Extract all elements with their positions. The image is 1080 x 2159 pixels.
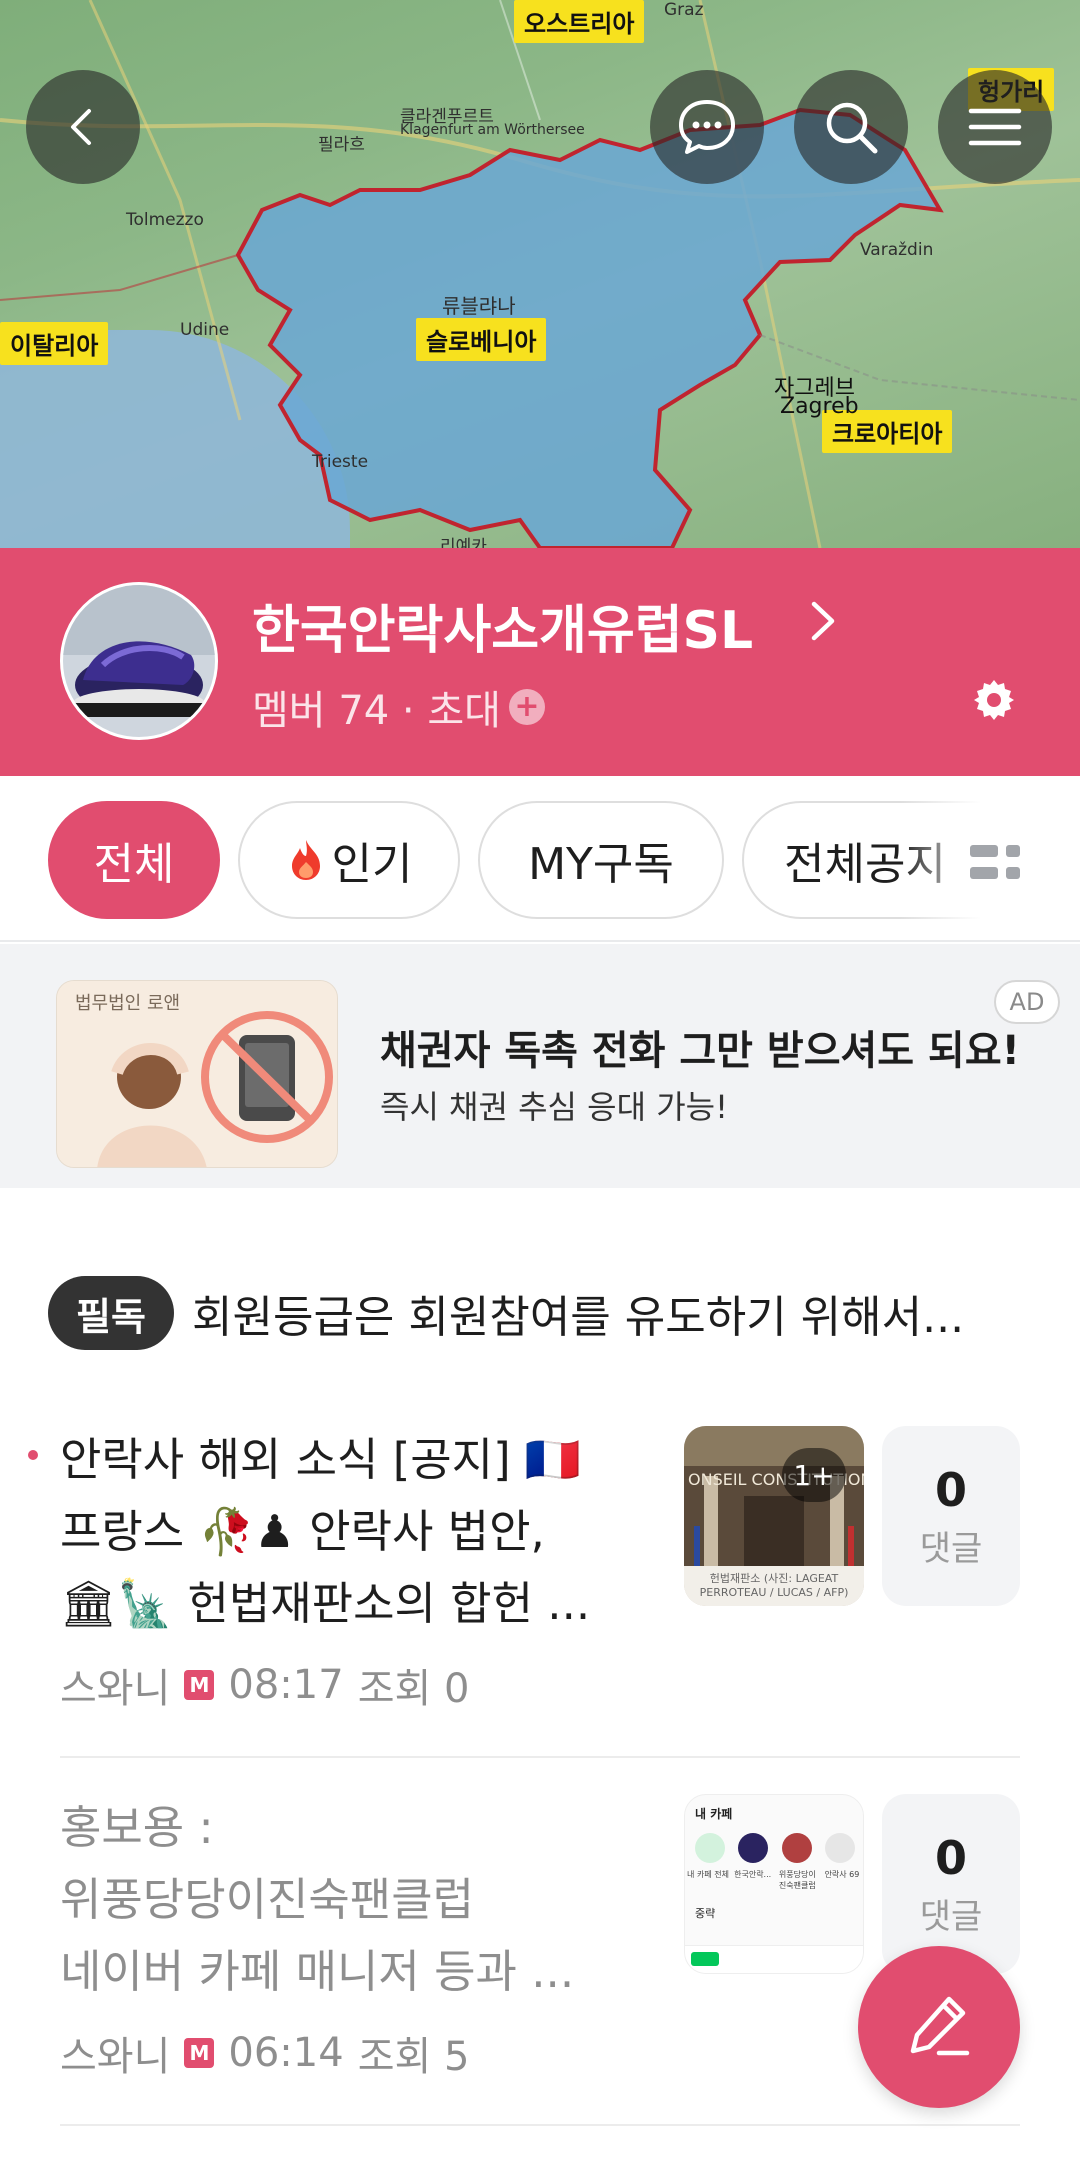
thumb-green-tab xyxy=(691,1952,719,1966)
cafe-thumb-icon xyxy=(824,1833,855,1863)
thumb-item-label: 한국안락... xyxy=(734,1870,772,1879)
thumb-item-label: 내 카페 전체 xyxy=(687,1870,729,1879)
thumbnail-cafe-row xyxy=(695,1833,855,1863)
cafe-member-info[interactable]: 멤버 74 · 초대 + xyxy=(252,678,545,736)
fire-icon xyxy=(291,840,320,880)
manager-badge: M xyxy=(184,2038,215,2068)
ad-badge[interactable]: AD xyxy=(994,980,1060,1024)
post-author: 스와니 xyxy=(60,1666,171,1712)
post-author: 스와니 xyxy=(60,2034,171,2080)
back-icon xyxy=(71,109,91,145)
board-tabs: 전체 인기 MY구독 전체공지 xyxy=(0,776,1080,942)
post-divider xyxy=(60,1756,1020,1758)
post-title: 안락사 해외 소식 [공지] 🇫🇷 프랑스 🥀♟ 안락사 법안, 🏛🗽 헌법재판… xyxy=(60,1424,620,1640)
map-city: 류블랴나 xyxy=(442,294,516,318)
post-thumbnail[interactable]: ONSEIL CONSTITUTIONNEL 1+ 헌법재판소 (사진: LAG… xyxy=(684,1426,864,1606)
tab-label: MY구독 xyxy=(528,839,674,890)
member-count-invite: 멤버 74 · 초대 xyxy=(252,688,501,734)
tab-popular[interactable]: 인기 xyxy=(238,801,460,919)
thumbnail-header: 내 카페 xyxy=(695,1807,733,1821)
thumb-item-label: 위풍당당이 진숙팬클럽 xyxy=(778,1870,816,1890)
post-meta: 스와니 M 06:14 조회 5 xyxy=(60,2024,469,2082)
post-meta: 스와니 M 08:17 조회 0 xyxy=(60,1656,469,1714)
post-time: 08:17 xyxy=(228,1662,344,1708)
post-title-line: 🏛🗽 헌법재판소의 합헌 ... xyxy=(60,1577,591,1630)
post-title-line: 프랑스 🥀♟ 안락사 법안, xyxy=(60,1505,545,1558)
comment-count: 0 xyxy=(934,1830,967,1885)
map-borders xyxy=(0,0,1080,548)
post-title: 홍보용 : 위풍당당이진숙팬클럽 네이버 카페 매니저 등과 ... xyxy=(60,1792,620,2008)
thumbnail-cafe-labels: 내 카페 전체 한국안락... 위풍당당이 진숙팬클럽 안락사 69 xyxy=(687,1869,863,1891)
menu-icon xyxy=(968,108,1022,146)
manager-badge: M xyxy=(184,1670,215,1700)
ad-image: 법무법인 로앤 xyxy=(56,980,338,1168)
chat-button[interactable] xyxy=(650,70,764,184)
pencil-icon xyxy=(910,1996,970,2056)
post-title-line: 홍보용 : xyxy=(60,1801,214,1854)
must-read-badge: 필독 xyxy=(48,1276,174,1350)
post-title-line: 안락사 해외 소식 [공지] 🇫🇷 xyxy=(60,1433,581,1486)
cafe-title[interactable]: 한국안락사소개유럽SL xyxy=(252,588,753,663)
map-city: 리예카 xyxy=(440,537,487,548)
map-city: Udine xyxy=(180,320,230,340)
pinned-notice[interactable]: 필독 회원등급은 회원참여를 유도하기 위해서... xyxy=(48,1276,1048,1350)
ad-image-caption: 법무법인 로앤 xyxy=(75,993,181,1014)
notice-text: 회원등급은 회원참여를 유도하기 위해서... xyxy=(192,1292,965,1343)
map-city: Varaždin xyxy=(860,240,934,260)
map-label-italy: 이탈리아 xyxy=(0,322,109,365)
new-post-dot xyxy=(28,1450,38,1460)
thumbnail-tabbar xyxy=(685,1945,863,1973)
chevron-right-icon[interactable] xyxy=(808,598,838,644)
map-city: Zagreb xyxy=(780,394,859,419)
cafe-avatar[interactable] xyxy=(60,582,218,740)
comment-count-box[interactable]: 0 댓글 xyxy=(882,1426,1020,1606)
cafe-thumb-icon xyxy=(738,1833,769,1863)
tab-all[interactable]: 전체 xyxy=(48,801,220,919)
cafe-cover-map: 오스트리아 헝가리 이탈리아 슬로베니아 크로아티아 Graz 류블랴나 자그레… xyxy=(0,0,1080,548)
cafe-thumb-icon xyxy=(781,1833,812,1863)
ad-banner[interactable]: 법무법인 로앤 채권자 독촉 전화 그만 받으셔도 되요! 즉시 채권 추심 응… xyxy=(0,944,1080,1188)
ad-subtitle: 즉시 채권 추심 응대 가능! xyxy=(380,1088,728,1126)
comment-count: 0 xyxy=(934,1462,967,1517)
gear-icon[interactable] xyxy=(972,678,1016,722)
thumb-item-label: 안락사 69 xyxy=(824,1870,860,1879)
thumbnail-caption: 헌법재판소 (사진: LAGEAT PERROTEAU / LUCAS / AF… xyxy=(699,1572,849,1599)
cafe-thumb-icon xyxy=(695,1833,725,1863)
post-thumbnail[interactable]: 내 카페 내 카페 전체 한국안락... 위풍당당이 진숙팬클럽 안락사 69 … xyxy=(684,1794,864,1974)
tab-my-subscriptions[interactable]: MY구독 xyxy=(478,801,724,919)
thumbnail-section: 중략 xyxy=(695,1907,716,1920)
tab-label: 전체 xyxy=(93,839,175,890)
map-label-slovenia: 슬로베니아 xyxy=(416,318,547,361)
post-title-line: 네이버 카페 매니저 등과 ... xyxy=(60,1945,575,1998)
tab-label: 인기 xyxy=(331,839,413,890)
ad-title: 채권자 독촉 전화 그만 받으셔도 되요! xyxy=(380,1028,1020,1074)
map-city: 필라흐 xyxy=(318,135,365,155)
post-title-line: 위풍당당이진숙팬클럽 xyxy=(60,1873,475,1926)
image-count-badge: 1+ xyxy=(782,1448,846,1502)
post-views: 조회 0 xyxy=(357,1666,470,1712)
chat-icon xyxy=(679,100,735,154)
menu-button[interactable] xyxy=(938,70,1052,184)
comment-label: 댓글 xyxy=(919,1528,983,1569)
write-post-button[interactable] xyxy=(858,1946,1020,2108)
search-button[interactable] xyxy=(794,70,908,184)
invite-plus-icon[interactable]: + xyxy=(508,689,545,725)
map-city: Tolmezzo xyxy=(126,210,204,230)
comment-label: 댓글 xyxy=(919,1896,983,1937)
map-city: Trieste xyxy=(312,452,369,472)
post-views: 조회 5 xyxy=(357,2034,470,2080)
post-item[interactable]: 안락사 해외 소식 [공지] 🇫🇷 프랑스 🥀♟ 안락사 법안, 🏛🗽 헌법재판… xyxy=(0,1424,1080,1744)
post-divider xyxy=(60,2124,1020,2126)
map-city: Graz xyxy=(664,0,704,20)
map-city: Klagenfurt am Wörthersee xyxy=(400,122,585,138)
search-icon xyxy=(826,102,878,154)
back-button[interactable] xyxy=(26,70,140,184)
board-list-icon[interactable] xyxy=(970,845,1022,881)
map-label-austria: 오스트리아 xyxy=(514,0,645,43)
post-time: 06:14 xyxy=(228,2030,344,2076)
cafe-info-banner: 한국안락사소개유럽SL 멤버 74 · 초대 + xyxy=(0,548,1080,776)
